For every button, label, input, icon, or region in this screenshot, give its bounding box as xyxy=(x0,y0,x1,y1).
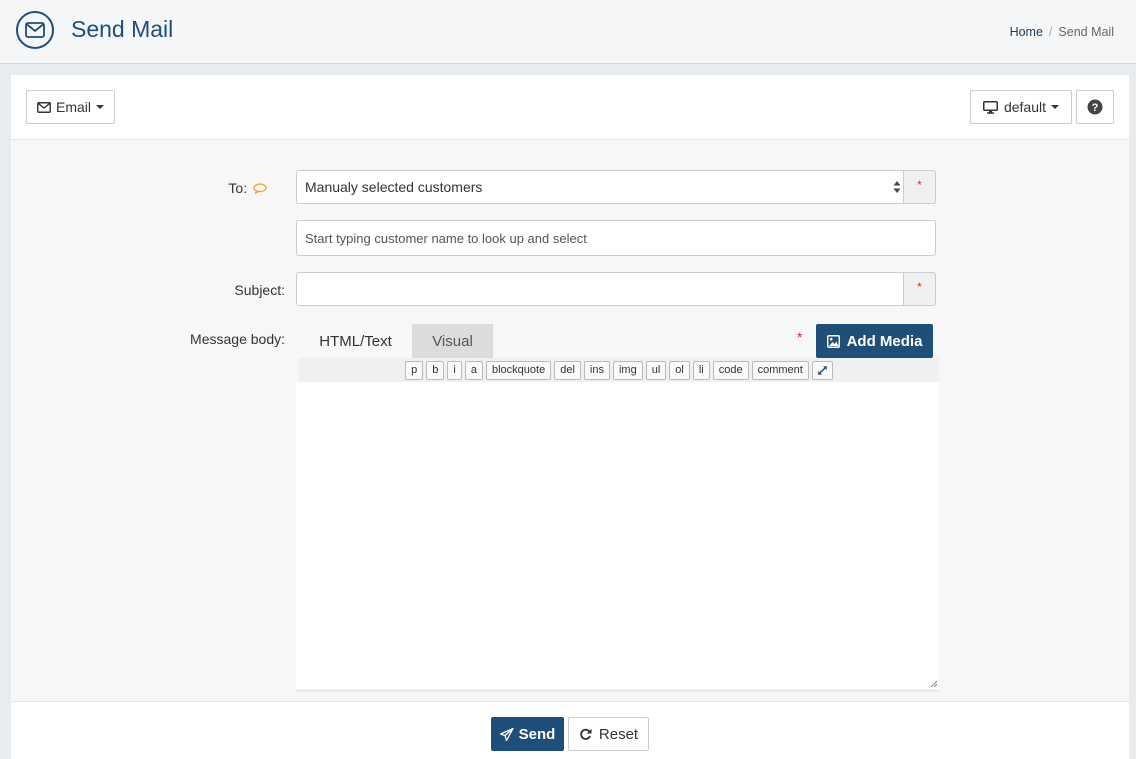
resize-handle-icon[interactable] xyxy=(930,680,938,688)
template-dropdown-label: default xyxy=(1003,99,1047,115)
envelope-icon xyxy=(16,11,54,49)
to-label-text: To: xyxy=(228,180,248,196)
add-media-button[interactable]: Add Media xyxy=(816,324,933,358)
to-select-value: Manualy selected customers xyxy=(305,179,483,195)
breadcrumb: Home / Send Mail xyxy=(1010,25,1114,39)
quicktag-li[interactable]: li xyxy=(692,360,710,380)
quicktag-ins[interactable]: ins xyxy=(583,360,610,380)
template-dropdown-button[interactable]: default xyxy=(970,90,1072,124)
add-media-label: Add Media xyxy=(846,332,923,350)
send-label: Send xyxy=(518,725,556,743)
svg-text:?: ? xyxy=(1092,102,1099,114)
quicktag-del[interactable]: del xyxy=(554,360,581,380)
breadcrumb-home-link[interactable]: Home xyxy=(1010,25,1043,39)
help-button[interactable]: ? xyxy=(1076,90,1114,124)
subject-input[interactable] xyxy=(296,272,904,306)
caret-down-icon xyxy=(96,105,104,109)
message-body-textarea[interactable] xyxy=(296,382,939,692)
tab-html-text[interactable]: HTML/Text xyxy=(299,324,412,358)
to-required-marker: * xyxy=(904,170,936,204)
quicktag-ul[interactable]: ul xyxy=(645,360,667,380)
breadcrumb-separator: / xyxy=(1048,25,1053,39)
reset-label: Reset xyxy=(598,725,639,743)
to-label: To: xyxy=(161,180,267,196)
quicktag-i[interactable]: i xyxy=(447,360,462,380)
quicktag-p[interactable]: p xyxy=(405,360,424,380)
quicktag-ol[interactable]: ol xyxy=(669,360,690,380)
top-bar: Send Mail Home / Send Mail xyxy=(0,0,1136,64)
comment-icon[interactable] xyxy=(253,183,267,195)
expand-icon xyxy=(818,365,827,375)
refresh-icon xyxy=(580,728,592,740)
send-mail-panel: Email default ? To: Manualy selected cus… xyxy=(11,75,1129,759)
email-dropdown-label: Email xyxy=(55,99,91,115)
question-circle-icon: ? xyxy=(1087,99,1103,115)
panel-toolbar: Email default ? xyxy=(11,75,1129,140)
customer-lookup-placeholder: Start typing customer name to look up an… xyxy=(305,230,587,246)
send-button[interactable]: Send xyxy=(491,717,564,751)
customer-lookup-input[interactable]: Start typing customer name to look up an… xyxy=(296,220,936,256)
email-dropdown-button[interactable]: Email xyxy=(26,90,115,124)
image-icon xyxy=(826,334,840,348)
breadcrumb-current: Send Mail xyxy=(1058,25,1114,39)
caret-down-icon xyxy=(1051,105,1060,109)
quicktag-code[interactable]: code xyxy=(712,360,749,380)
envelope-small-icon xyxy=(37,101,51,113)
to-select[interactable]: Manualy selected customers xyxy=(296,170,904,204)
quicktag-img[interactable]: img xyxy=(612,360,643,380)
paper-plane-icon xyxy=(499,727,514,741)
quicktag-b[interactable]: b xyxy=(426,360,445,380)
page-title: Send Mail xyxy=(71,16,174,42)
subject-required-marker: * xyxy=(904,272,936,306)
desktop-icon xyxy=(982,100,998,114)
select-arrows-icon xyxy=(893,181,901,193)
quicktag-comment[interactable]: comment xyxy=(751,360,809,380)
fullscreen-button[interactable] xyxy=(811,360,833,380)
quicktags-toolbar: p b i a blockquote del ins img ul ol li … xyxy=(299,358,939,382)
message-body-label: Message body: xyxy=(190,331,285,347)
quicktag-blockquote[interactable]: blockquote xyxy=(486,360,552,380)
subject-label: Subject: xyxy=(234,282,285,298)
message-required-marker: * xyxy=(797,329,803,345)
reset-button[interactable]: Reset xyxy=(568,717,649,751)
tab-visual[interactable]: Visual xyxy=(412,324,493,358)
quicktag-a[interactable]: a xyxy=(464,360,483,380)
form-footer: Send Reset xyxy=(11,701,1129,759)
